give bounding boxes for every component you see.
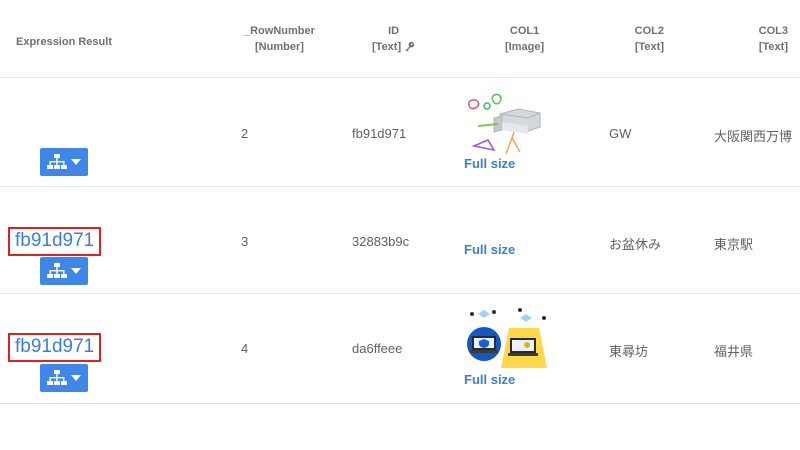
header-col3[interactable]: COL3 [Text]	[730, 23, 788, 55]
caret-down-icon	[71, 268, 81, 274]
header-col1[interactable]: COL1 [Image]	[505, 23, 544, 55]
col3-cell: 福井県	[714, 344, 754, 359]
table-header: Expression Result _RowNumber [Number] ID…	[0, 0, 800, 78]
tree-dropdown-button[interactable]	[40, 148, 88, 176]
expression-result-value: fb91d971	[8, 227, 102, 256]
hierarchy-tree-icon	[47, 154, 67, 169]
id-cell: da6ffeee	[352, 341, 403, 356]
laptop-security-image[interactable]	[464, 308, 548, 370]
header-col2[interactable]: COL2 [Text]	[604, 23, 664, 55]
caret-down-icon	[71, 375, 81, 381]
col3-cell: 大阪関西万博	[714, 129, 793, 144]
table-row[interactable]: fb91d971 3 32883b9c Full size お盆休み 東京駅	[0, 187, 800, 294]
header-id[interactable]: ID [Text]	[372, 23, 415, 55]
header-expression-result[interactable]: Expression Result	[16, 34, 112, 50]
rownumber-cell: 4	[241, 341, 249, 356]
key-icon	[405, 41, 415, 52]
col2-cell: お盆休み	[609, 237, 662, 252]
col3-cell: 東京駅	[714, 237, 754, 252]
rownumber-cell: 3	[241, 234, 249, 249]
full-size-link[interactable]: Full size	[464, 156, 515, 171]
table-row[interactable]: fb91d971 4 da6ffeee Full size 東尋坊 福井県	[0, 294, 800, 404]
col2-cell: 東尋坊	[609, 344, 649, 359]
rownumber-cell: 2	[241, 126, 249, 141]
hierarchy-tree-icon	[47, 263, 67, 278]
full-size-link[interactable]: Full size	[464, 372, 515, 387]
expression-result-value: fb91d971	[8, 333, 102, 362]
header-rownumber[interactable]: _RowNumber [Number]	[244, 23, 315, 55]
hierarchy-tree-icon	[47, 370, 67, 385]
col2-cell: GW	[609, 126, 632, 141]
id-cell: fb91d971	[352, 126, 407, 141]
tree-dropdown-button[interactable]	[40, 364, 88, 392]
full-size-link[interactable]: Full size	[464, 242, 515, 257]
caret-down-icon	[71, 159, 81, 165]
tree-dropdown-button[interactable]	[40, 257, 88, 285]
sofa-image[interactable]	[464, 92, 544, 156]
id-cell: 32883b9c	[352, 234, 410, 249]
table-row[interactable]: 2 fb91d971 Full size GW 大阪関西万博	[0, 78, 800, 187]
